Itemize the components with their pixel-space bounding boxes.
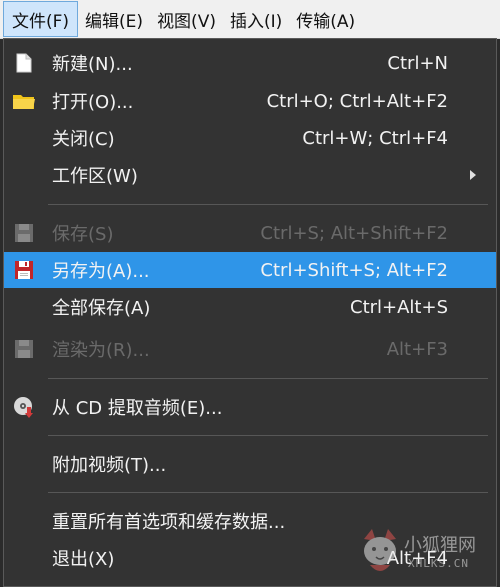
application-window: 文件(F) 编辑(E) 视图(V) 插入(I) 传输(A) 新建(N)... C… [0,0,500,587]
folder-icon [12,89,36,113]
menu-item-shortcut: Ctrl+N [387,52,448,74]
menu-item-exit[interactable]: 退出(X) Alt+F4 [4,540,496,576]
menu-item-shortcut: Ctrl+W; Ctrl+F4 [302,127,448,149]
menu-item-label: 保存(S) [52,224,114,245]
menu-item-label: 打开(O)... [52,92,134,113]
menu-item-shortcut: Ctrl+S; Alt+Shift+F2 [260,222,448,244]
cd-extract-icon [12,395,36,419]
menu-insert[interactable]: 插入(I) [223,0,289,38]
menu-item-shortcut: Ctrl+Shift+S; Alt+F2 [260,259,448,281]
menu-item-label: 另存为(A)... [52,261,150,282]
menu-item-label: 新建(N)... [52,54,133,75]
menu-item-new[interactable]: 新建(N)... Ctrl+N [4,45,496,81]
menu-separator [48,378,488,379]
file-menu-dropdown: 新建(N)... Ctrl+N 打开(O)... Ctrl+O; Ctrl+Al… [3,38,497,587]
menu-item-label: 附加视频(T)... [52,455,167,476]
menu-view[interactable]: 视图(V) [150,0,223,38]
menu-edit[interactable]: 编辑(E) [78,0,150,38]
menu-item-workspace[interactable]: 工作区(W) [4,157,496,193]
menu-item-open[interactable]: 打开(O)... Ctrl+O; Ctrl+Alt+F2 [4,83,496,119]
menu-transfer[interactable]: 传输(A) [289,0,362,38]
menu-separator [48,435,488,436]
menu-item-label: 从 CD 提取音频(E)... [52,398,223,419]
menu-item-reset-preferences[interactable]: 重置所有首选项和缓存数据... [4,503,496,539]
menu-separator [48,204,488,205]
menu-item-save-as[interactable]: 另存为(A)... Ctrl+Shift+S; Alt+F2 [4,252,496,288]
menu-file[interactable]: 文件(F) [3,1,79,37]
floppy-disk-icon [12,337,36,361]
floppy-disk-icon [12,258,36,282]
menu-item-label: 全部保存(A) [52,298,151,319]
menu-item-shortcut: Ctrl+Alt+S [350,296,448,318]
menu-item-shortcut: Ctrl+O; Ctrl+Alt+F2 [266,90,448,112]
menu-item-save-all[interactable]: 全部保存(A) Ctrl+Alt+S [4,289,496,325]
submenu-arrow-icon [470,170,476,180]
menu-item-extract-cd-audio[interactable]: 从 CD 提取音频(E)... [4,389,496,425]
menu-item-label: 渲染为(R)... [52,340,150,361]
menu-item-label: 退出(X) [52,549,115,570]
menu-separator [48,492,488,493]
menu-item-attach-video[interactable]: 附加视频(T)... [4,446,496,482]
menubar: 文件(F) 编辑(E) 视图(V) 插入(I) 传输(A) [0,0,500,39]
menu-item-label: 关闭(C) [52,129,115,150]
menu-item-shortcut: Alt+F4 [386,547,448,569]
menu-item-save[interactable]: 保存(S) Ctrl+S; Alt+Shift+F2 [4,215,496,251]
new-file-icon [12,51,36,75]
floppy-disk-icon [12,221,36,245]
menu-item-close[interactable]: 关闭(C) Ctrl+W; Ctrl+F4 [4,120,496,156]
menu-item-render-as[interactable]: 渲染为(R)... Alt+F3 [4,331,496,367]
menu-item-label: 工作区(W) [52,166,138,187]
menu-item-label: 重置所有首选项和缓存数据... [52,512,286,533]
menu-item-shortcut: Alt+F3 [386,338,448,360]
